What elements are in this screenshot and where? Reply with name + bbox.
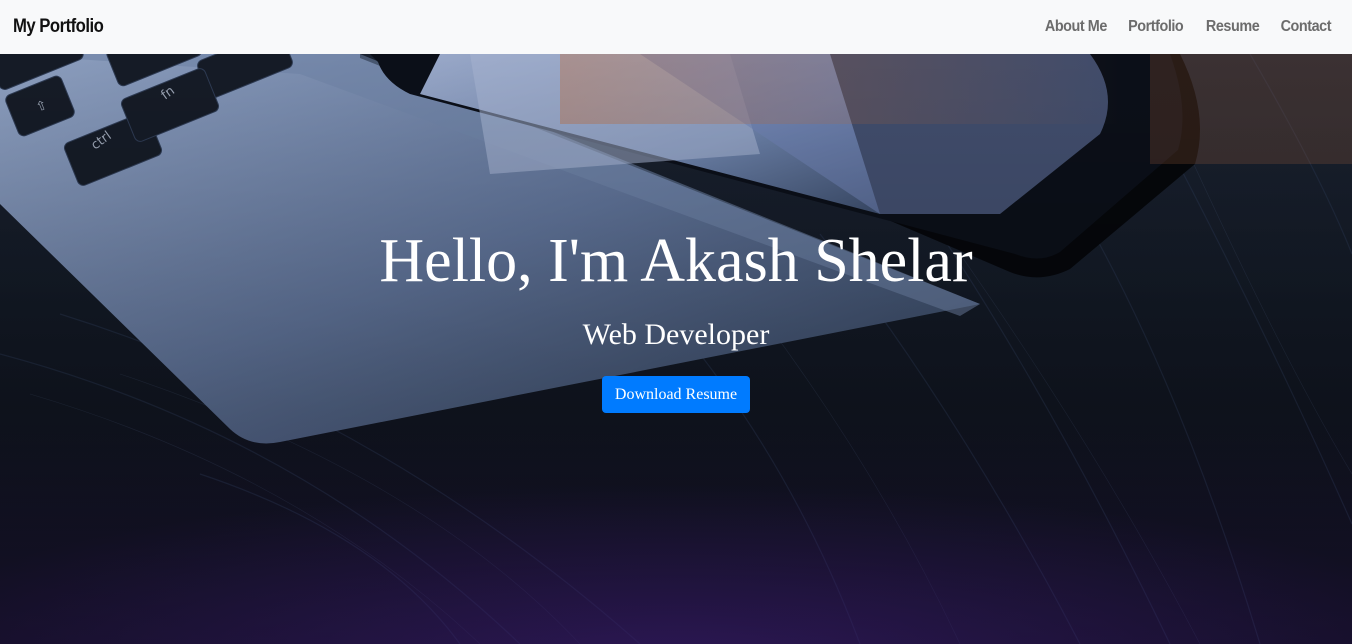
nav-link-contact[interactable]: Contact: [1281, 18, 1332, 36]
navbar: My Portfolio About Me Portfolio Resume C…: [0, 0, 1352, 54]
nav-link-about-me[interactable]: About Me: [1044, 18, 1106, 36]
hero-section: ⇧ ctrl fn Hello, I'm Akash Shelar Web De…: [0, 54, 1352, 644]
nav-link-portfolio[interactable]: Portfolio: [1129, 18, 1185, 36]
hero-subtitle: Web Developer: [582, 318, 770, 351]
hero-title: Hello, I'm Akash Shelar: [379, 227, 973, 295]
nav-link-resume[interactable]: Resume: [1206, 18, 1260, 36]
brand-logo-link[interactable]: My Portfolio: [13, 16, 104, 38]
download-resume-button[interactable]: Download Resume: [602, 376, 750, 413]
nav-links: About Me Portfolio Resume Contact: [1022, 18, 1331, 36]
